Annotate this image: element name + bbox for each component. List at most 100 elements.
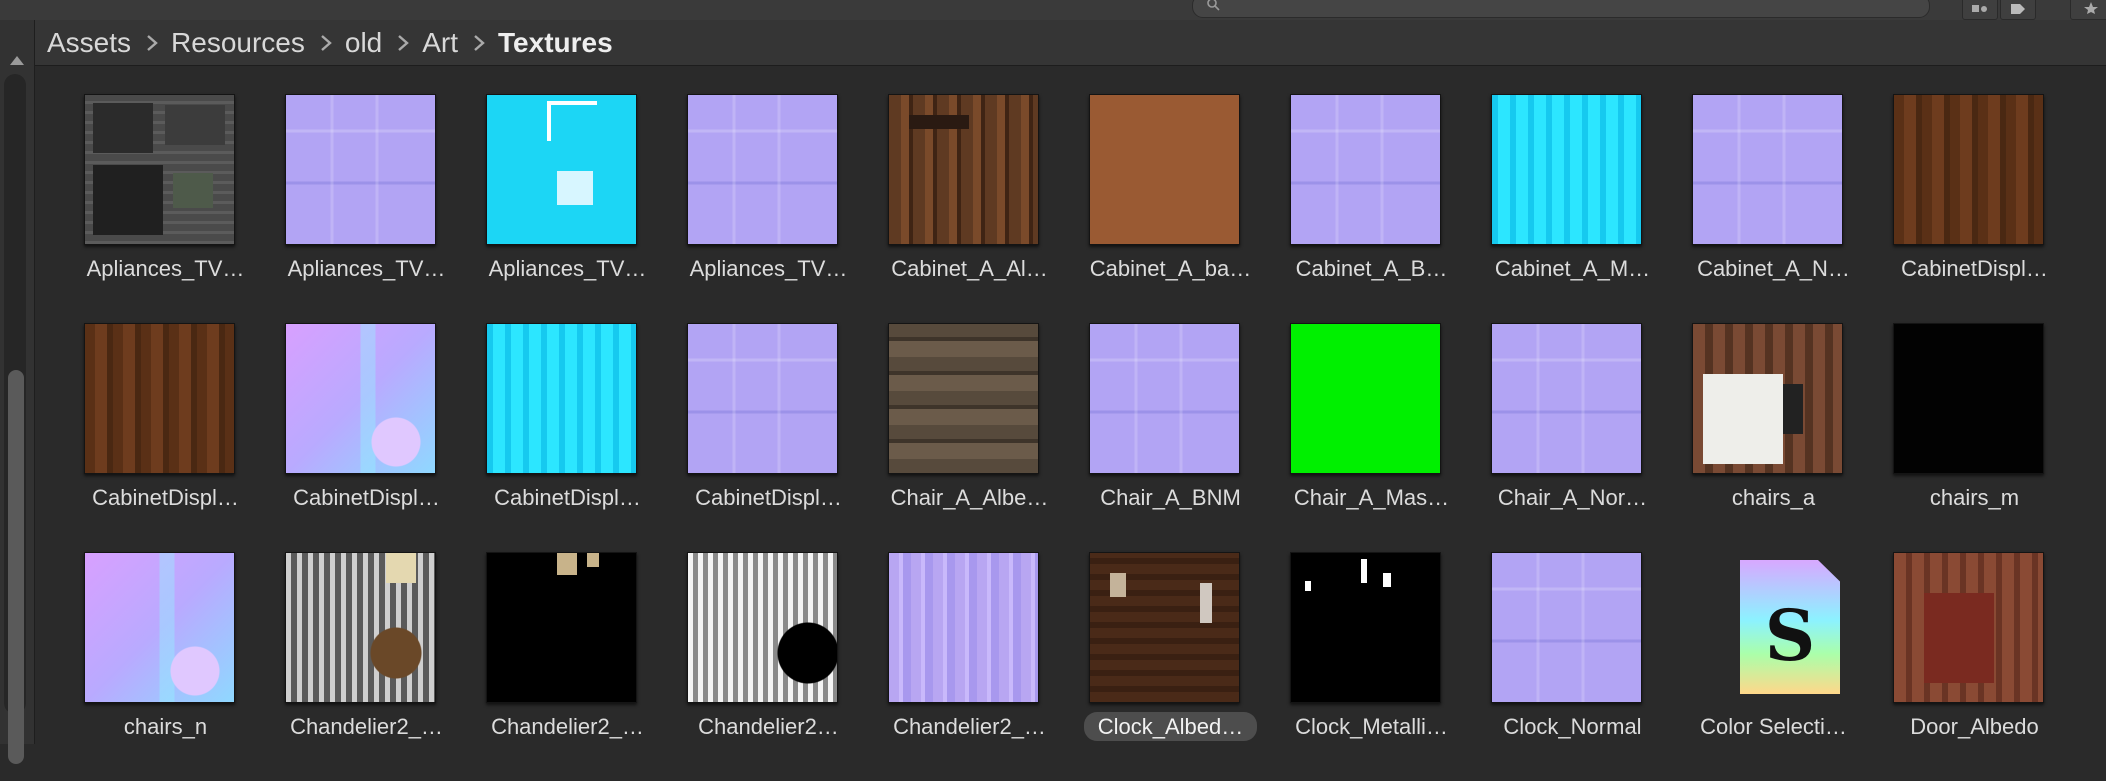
texture-thumbnail[interactable] xyxy=(687,323,838,474)
texture-thumbnail[interactable] xyxy=(1893,94,2044,245)
asset-label[interactable]: Chandelier2_… xyxy=(457,714,678,740)
texture-thumbnail[interactable] xyxy=(84,323,235,474)
texture-thumbnail[interactable] xyxy=(1290,552,1441,703)
asset-label[interactable]: Chair_A_BNM xyxy=(1060,485,1281,511)
texture-thumbnail[interactable] xyxy=(486,552,637,703)
texture-thumbnail[interactable] xyxy=(1893,552,2044,703)
asset-label[interactable]: Cabinet_A_Al… xyxy=(859,256,1080,282)
breadcrumb-item-resources[interactable]: Resources xyxy=(171,27,305,59)
filter-by-label-icon[interactable] xyxy=(2000,0,2036,20)
texture-thumbnail[interactable] xyxy=(486,323,637,474)
asset-item[interactable]: S Color Selecti… xyxy=(1663,552,1864,781)
asset-label[interactable]: Clock_Normal xyxy=(1462,714,1683,740)
asset-label[interactable]: CabinetDispl… xyxy=(55,485,276,511)
texture-thumbnail[interactable]: S xyxy=(1692,552,1843,703)
asset-label[interactable]: chairs_m xyxy=(1864,485,2085,511)
asset-label[interactable]: CabinetDispl… xyxy=(1864,256,2085,282)
asset-item[interactable]: Chandelier2_… xyxy=(859,552,1060,781)
asset-item[interactable]: Clock_Albed… xyxy=(1060,552,1261,781)
asset-item[interactable]: Door_Albedo xyxy=(1864,552,2065,781)
texture-thumbnail[interactable] xyxy=(285,552,436,703)
texture-thumbnail[interactable] xyxy=(1692,94,1843,245)
asset-item[interactable]: Clock_Normal xyxy=(1462,552,1663,781)
texture-thumbnail[interactable] xyxy=(1692,323,1843,474)
asset-label[interactable]: CabinetDispl… xyxy=(658,485,879,511)
asset-item[interactable]: CabinetDispl… xyxy=(55,323,256,552)
asset-item[interactable]: Apliances_TV… xyxy=(256,94,457,323)
asset-label[interactable]: Cabinet_A_M… xyxy=(1462,256,1683,282)
breadcrumb-item-textures[interactable]: Textures xyxy=(498,27,613,59)
asset-item[interactable]: Cabinet_A_B… xyxy=(1261,94,1462,323)
texture-thumbnail[interactable] xyxy=(1089,323,1240,474)
texture-thumbnail[interactable] xyxy=(84,552,235,703)
filter-by-type-icon[interactable] xyxy=(1962,0,1998,20)
asset-item[interactable]: Cabinet_A_M… xyxy=(1462,94,1663,323)
asset-label[interactable]: Apliances_TV… xyxy=(658,256,879,282)
texture-thumbnail[interactable] xyxy=(687,94,838,245)
texture-thumbnail[interactable] xyxy=(1290,94,1441,245)
texture-thumbnail[interactable] xyxy=(1089,94,1240,245)
asset-item[interactable]: Cabinet_A_ba… xyxy=(1060,94,1261,323)
asset-item[interactable]: Chandelier2_… xyxy=(457,552,658,781)
scroll-up-arrow-icon[interactable] xyxy=(10,56,24,65)
favorite-icon[interactable] xyxy=(2070,0,2106,20)
texture-thumbnail[interactable] xyxy=(888,552,1039,703)
texture-thumbnail[interactable] xyxy=(285,323,436,474)
texture-thumbnail[interactable] xyxy=(1491,323,1642,474)
asset-label[interactable]: Apliances_TV… xyxy=(256,256,477,282)
asset-label[interactable]: Cabinet_A_ba… xyxy=(1060,256,1281,282)
asset-item[interactable]: Clock_Metalli… xyxy=(1261,552,1462,781)
asset-item[interactable]: Chandelier2_… xyxy=(256,552,457,781)
texture-thumbnail[interactable] xyxy=(486,94,637,245)
asset-item[interactable]: chairs_m xyxy=(1864,323,2065,552)
asset-label[interactable]: Cabinet_A_N… xyxy=(1663,256,1884,282)
asset-label[interactable]: Apliances_TV… xyxy=(55,256,276,282)
asset-label[interactable]: CabinetDispl… xyxy=(256,485,477,511)
search-icon[interactable] xyxy=(1206,0,1220,11)
asset-item[interactable]: chairs_n xyxy=(55,552,256,781)
asset-label[interactable]: Chair_A_Nor… xyxy=(1462,485,1683,511)
asset-label[interactable]: Door_Albedo xyxy=(1864,714,2085,740)
asset-label[interactable]: Color Selecti… xyxy=(1663,714,1884,740)
texture-thumbnail[interactable] xyxy=(1491,94,1642,245)
search-input[interactable] xyxy=(1192,0,1930,18)
asset-label[interactable]: Chair_A_Mas… xyxy=(1261,485,1482,511)
asset-item[interactable]: CabinetDispl… xyxy=(256,323,457,552)
texture-thumbnail[interactable] xyxy=(285,94,436,245)
asset-item[interactable]: chairs_a xyxy=(1663,323,1864,552)
texture-thumbnail[interactable] xyxy=(687,552,838,703)
asset-label[interactable]: Cabinet_A_B… xyxy=(1261,256,1482,282)
asset-label[interactable]: Chandelier2… xyxy=(658,714,879,740)
asset-item[interactable]: CabinetDispl… xyxy=(1864,94,2065,323)
texture-thumbnail[interactable] xyxy=(888,94,1039,245)
asset-label[interactable]: CabinetDispl… xyxy=(457,485,678,511)
asset-label[interactable]: Chandelier2_… xyxy=(256,714,477,740)
asset-label[interactable]: Clock_Metalli… xyxy=(1261,714,1482,740)
texture-thumbnail[interactable] xyxy=(1491,552,1642,703)
asset-label[interactable]: chairs_n xyxy=(55,714,276,740)
asset-item[interactable]: Chair_A_Mas… xyxy=(1261,323,1462,552)
asset-item[interactable]: Chandelier2… xyxy=(658,552,859,781)
scrollbar-thumb[interactable] xyxy=(8,370,24,764)
breadcrumb-item-old[interactable]: old xyxy=(345,27,382,59)
asset-item[interactable]: CabinetDispl… xyxy=(457,323,658,552)
texture-thumbnail[interactable] xyxy=(1893,323,2044,474)
asset-label[interactable]: Chandelier2_… xyxy=(859,714,1080,740)
texture-thumbnail[interactable] xyxy=(84,94,235,245)
asset-item[interactable]: CabinetDispl… xyxy=(658,323,859,552)
asset-item[interactable]: Chair_A_Nor… xyxy=(1462,323,1663,552)
asset-label[interactable]: Clock_Albed… xyxy=(1060,712,1281,741)
texture-thumbnail[interactable] xyxy=(1089,552,1240,703)
texture-thumbnail[interactable] xyxy=(1290,323,1441,474)
asset-item[interactable]: Chair_A_BNM xyxy=(1060,323,1261,552)
asset-item[interactable]: Apliances_TV… xyxy=(55,94,256,323)
asset-item[interactable]: Cabinet_A_Al… xyxy=(859,94,1060,323)
texture-thumbnail[interactable] xyxy=(888,323,1039,474)
breadcrumb-item-assets[interactable]: Assets xyxy=(47,27,131,59)
asset-label[interactable]: Chair_A_Albe… xyxy=(859,485,1080,511)
asset-label[interactable]: Apliances_TV… xyxy=(457,256,678,282)
asset-item[interactable]: Apliances_TV… xyxy=(457,94,658,323)
asset-label[interactable]: chairs_a xyxy=(1663,485,1884,511)
asset-item[interactable]: Cabinet_A_N… xyxy=(1663,94,1864,323)
asset-item[interactable]: Apliances_TV… xyxy=(658,94,859,323)
